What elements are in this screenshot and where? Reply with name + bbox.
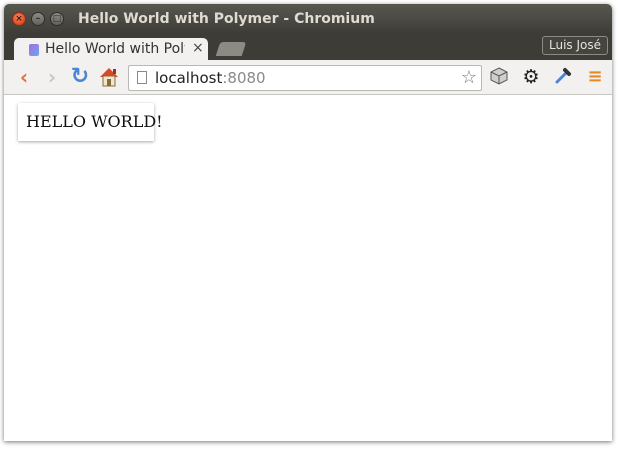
url-host: localhost — [155, 69, 223, 87]
url-port: :8080 — [222, 69, 266, 87]
hello-card: HELLO WORLD! — [18, 103, 163, 141]
new-tab-button[interactable] — [215, 42, 247, 56]
home-icon[interactable] — [97, 65, 121, 89]
reload-icon[interactable]: ↻ — [68, 65, 92, 89]
window-maximize-button[interactable]: □ — [50, 12, 64, 26]
tab-hello-world[interactable]: Hello World with Polymer × — [14, 38, 208, 62]
menu-icon[interactable]: ≡ — [584, 66, 606, 88]
extension-cube-icon[interactable] — [488, 66, 510, 88]
forward-arrow-icon[interactable]: › — [40, 65, 64, 89]
bookmark-star-icon[interactable]: ☆ — [461, 67, 477, 88]
browser-toolbar: ‹ › ↻ localhost:8080 ☆ ⚙ ≡ — [4, 60, 612, 95]
address-bar[interactable]: localhost:8080 ☆ — [128, 65, 482, 91]
hello-text: HELLO WORLD! — [26, 112, 163, 131]
window-minimize-button[interactable]: – — [31, 12, 45, 26]
tab-close-icon[interactable]: × — [192, 40, 204, 56]
tab-label: Hello World with Polymer — [45, 41, 185, 57]
window-close-button[interactable]: × — [12, 12, 26, 26]
title-bar: × – □ Hello World with Polymer - Chromiu… — [4, 4, 612, 34]
eyedropper-icon[interactable] — [552, 66, 574, 88]
page-icon — [137, 71, 147, 84]
polymer-icon — [29, 44, 39, 56]
url-text[interactable]: localhost:8080 — [155, 69, 266, 87]
profile-button[interactable]: Luis José — [542, 36, 608, 55]
browser-window: × – □ Hello World with Polymer - Chromiu… — [4, 4, 612, 441]
window-title: Hello World with Polymer - Chromium — [78, 11, 375, 27]
page-content: HELLO WORLD! — [4, 95, 612, 441]
tab-strip: Hello World with Polymer × Luis José — [4, 34, 612, 62]
back-arrow-icon[interactable]: ‹ — [12, 65, 36, 89]
settings-gear-icon[interactable]: ⚙ — [520, 66, 542, 88]
